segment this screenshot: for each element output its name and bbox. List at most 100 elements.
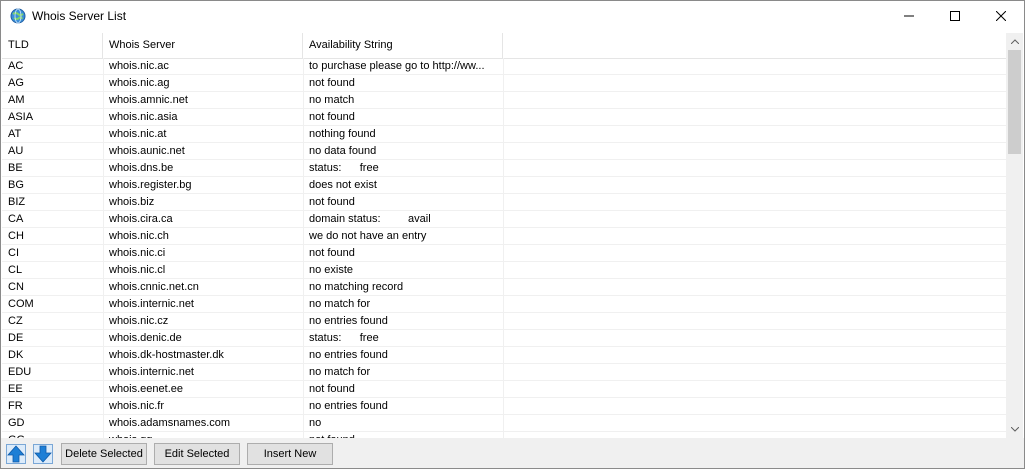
close-button[interactable] <box>978 1 1024 31</box>
whois-server-list-window: Whois Server List TLD Whois Server Avail… <box>0 0 1025 469</box>
whois-server-table[interactable]: TLD Whois Server Availability String AC w… <box>2 33 1023 438</box>
cell-availability-string: not found <box>309 77 355 89</box>
table-row[interactable]: CL whois.nic.cl no existe <box>2 262 1006 279</box>
scrollbar-thumb[interactable] <box>1008 50 1021 154</box>
cell-whois-server: whois.cira.ca <box>109 213 173 225</box>
maximize-button[interactable] <box>932 1 978 31</box>
cell-tld: CH <box>8 230 24 242</box>
table-row[interactable]: CH whois.nic.ch we do not have an entry <box>2 228 1006 245</box>
table-row[interactable]: DE whois.denic.de status: free <box>2 330 1006 347</box>
arrow-up-icon <box>6 444 26 464</box>
cell-whois-server: whois.denic.de <box>109 332 182 344</box>
cell-whois-server: whois.cnnic.net.cn <box>109 281 199 293</box>
scroll-down-icon <box>1010 427 1019 432</box>
table-row[interactable]: CZ whois.nic.cz no entries found <box>2 313 1006 330</box>
cell-tld: BE <box>8 162 23 174</box>
globe-icon <box>10 8 26 24</box>
title-bar[interactable]: Whois Server List <box>1 1 1024 31</box>
cell-whois-server: whois.internic.net <box>109 298 194 310</box>
table-row[interactable]: DK whois.dk-hostmaster.dk no entries found <box>2 347 1006 364</box>
cell-tld: DK <box>8 349 24 361</box>
table-row[interactable]: COM whois.internic.net no match for <box>2 296 1006 313</box>
insert-new-button[interactable]: Insert New <box>247 443 333 465</box>
cell-tld: BG <box>8 179 24 191</box>
edit-selected-button[interactable]: Edit Selected <box>154 443 240 465</box>
column-header-availability-string[interactable]: Availability String <box>303 33 503 58</box>
table-row[interactable]: ASIA whois.nic.asia not found <box>2 109 1006 126</box>
cell-whois-server: whois.nic.ch <box>109 230 169 242</box>
cell-availability-string: no match <box>309 94 355 106</box>
cell-tld: GD <box>8 417 25 429</box>
maximize-icon <box>950 11 960 21</box>
cell-availability-string: status: free <box>309 332 379 344</box>
cell-availability-string: no matching record <box>309 281 404 293</box>
scroll-up-button[interactable] <box>1006 33 1023 50</box>
scroll-up-icon <box>1010 39 1019 44</box>
cell-whois-server: whois.register.bg <box>109 179 192 191</box>
table-row[interactable]: EDU whois.internic.net no match for <box>2 364 1006 381</box>
cell-whois-server: whois.biz <box>109 196 155 208</box>
cell-whois-server: whois.nic.fr <box>109 400 165 412</box>
cell-whois-server: whois.nic.ci <box>109 247 166 259</box>
cell-tld: AC <box>8 60 24 72</box>
delete-selected-button[interactable]: Delete Selected <box>61 443 147 465</box>
cell-tld: DE <box>8 332 24 344</box>
cell-tld: EDU <box>8 366 32 378</box>
bottom-toolbar: Delete Selected Edit Selected Insert New <box>1 438 1024 468</box>
cell-tld: CL <box>8 264 23 276</box>
move-down-button[interactable] <box>32 443 54 465</box>
cell-tld: ASIA <box>8 111 34 123</box>
table-row[interactable]: GD whois.adamsnames.com no <box>2 415 1006 432</box>
cell-availability-string: no match for <box>309 366 371 378</box>
table-row[interactable]: AU whois.aunic.net no data found <box>2 143 1006 160</box>
minimize-button[interactable] <box>886 1 932 31</box>
table-row[interactable]: BG whois.register.bg does not exist <box>2 177 1006 194</box>
table-row[interactable]: EE whois.eenet.ee not found <box>2 381 1006 398</box>
minimize-icon <box>904 15 914 17</box>
table-row[interactable]: CA whois.cira.ca domain status: avail <box>2 211 1006 228</box>
table-header: TLD Whois Server Availability String <box>2 33 1006 59</box>
table-row[interactable]: AM whois.amnic.net no match <box>2 92 1006 109</box>
table-body: AC whois.nic.ac to purchase please go to h… <box>2 58 1006 438</box>
cell-availability-string: does not exist <box>309 179 377 191</box>
table-row[interactable]: CI whois.nic.ci not found <box>2 245 1006 262</box>
cell-availability-string: no data found <box>309 145 377 157</box>
cell-availability-string: nothing found <box>309 128 376 140</box>
cell-whois-server: whois.nic.ag <box>109 77 170 89</box>
window-title: Whois Server List <box>32 9 127 23</box>
cell-whois-server: whois.nic.asia <box>109 111 178 123</box>
table-row[interactable]: BE whois.dns.be status: free <box>2 160 1006 177</box>
cell-whois-server: whois.nic.ac <box>109 60 169 72</box>
cell-whois-server: whois.amnic.net <box>109 94 188 106</box>
cell-availability-string: no entries found <box>309 400 388 412</box>
cell-tld: CZ <box>8 315 23 327</box>
cell-availability-string: not found <box>309 383 355 395</box>
cell-availability-string: no entries found <box>309 349 388 361</box>
scroll-down-button[interactable] <box>1006 421 1023 438</box>
cell-whois-server: whois.adamsnames.com <box>109 417 231 429</box>
cell-tld: FR <box>8 400 23 412</box>
cell-availability-string: no <box>309 417 322 429</box>
vertical-scrollbar[interactable] <box>1006 33 1023 438</box>
table-row[interactable]: BIZ whois.biz not found <box>2 194 1006 211</box>
table-row[interactable]: CN whois.cnnic.net.cn no matching record <box>2 279 1006 296</box>
cell-availability-string: domain status: avail <box>309 213 431 225</box>
cell-whois-server: whois.nic.cl <box>109 264 166 276</box>
cell-availability-string: no match for <box>309 298 371 310</box>
move-up-button[interactable] <box>5 443 27 465</box>
arrow-down-icon <box>33 444 53 464</box>
table-row[interactable]: AT whois.nic.at nothing found <box>2 126 1006 143</box>
table-row[interactable]: FR whois.nic.fr no entries found <box>2 398 1006 415</box>
cell-availability-string: not found <box>309 196 355 208</box>
column-header-whois-server[interactable]: Whois Server <box>103 33 303 58</box>
table-row[interactable]: AC whois.nic.ac to purchase please go to h… <box>2 58 1006 75</box>
cell-tld: CA <box>8 213 24 225</box>
cell-tld: AT <box>8 128 22 140</box>
column-header-tld[interactable]: TLD <box>2 33 103 58</box>
close-icon <box>996 11 1006 21</box>
cell-availability-string: no existe <box>309 264 354 276</box>
cell-tld: AG <box>8 77 24 89</box>
cell-tld: AM <box>8 94 25 106</box>
cell-whois-server: whois.dk-hostmaster.dk <box>109 349 224 361</box>
table-row[interactable]: AG whois.nic.ag not found <box>2 75 1006 92</box>
